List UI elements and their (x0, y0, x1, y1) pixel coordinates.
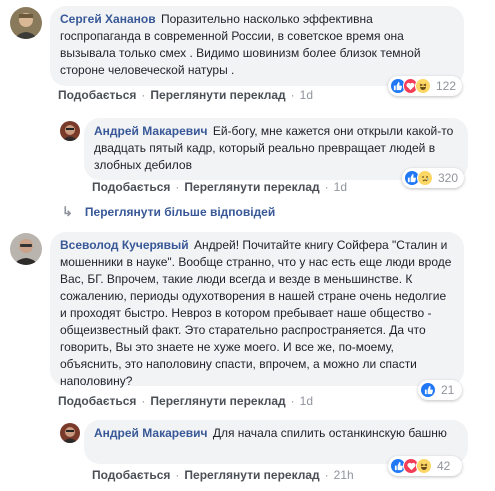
reaction-count: 122 (435, 79, 456, 93)
comment-actions: Подобається · Переглянути переклад · 1d (58, 88, 313, 102)
separator: · (324, 468, 329, 482)
avatar-vsevolod[interactable] (10, 233, 42, 265)
comment-text: Для начала спилить останкинскую башню (212, 426, 447, 440)
haha-reaction-icon (415, 78, 431, 94)
timestamp[interactable]: 1d (334, 180, 347, 194)
separator: · (141, 394, 146, 408)
like-action[interactable]: Подобається (92, 468, 170, 482)
reaction-count: 320 (437, 171, 458, 185)
comment-actions: Подобається · Переглянути переклад · 1d (58, 394, 313, 408)
like-action[interactable]: Подобається (58, 88, 136, 102)
avatar-andrey[interactable] (60, 423, 80, 443)
reply-arrow-icon: ↳ (62, 204, 73, 219)
separator: · (141, 88, 146, 102)
comment-2: Всеволод Кучерявый Андрей! Почитайте кни… (0, 228, 495, 412)
reaction-count: 21 (441, 383, 455, 397)
timestamp[interactable]: 1d (300, 394, 313, 408)
translate-action[interactable]: Переглянути переклад (150, 88, 285, 102)
comment-author[interactable]: Андрей Макаревич (94, 426, 207, 440)
view-more-replies-link[interactable]: ↳ Переглянути більше відповідей (62, 204, 275, 220)
view-more-replies-label: Переглянути більше відповідей (84, 205, 276, 219)
like-reaction-icon (420, 382, 436, 398)
separator: · (175, 468, 180, 482)
reactions-summary[interactable]: 320 (402, 168, 464, 188)
comment-author[interactable]: Всеволод Кучерявый (60, 238, 189, 252)
haha-reaction-icon (416, 458, 432, 474)
timestamp[interactable]: 1d (300, 88, 313, 102)
reactions-summary[interactable]: 42 (388, 456, 462, 476)
translate-action[interactable]: Переглянути переклад (150, 394, 285, 408)
reactions-summary[interactable]: 122 (388, 76, 462, 96)
comment-actions: Подобається · Переглянути переклад · 21h (92, 468, 354, 482)
translate-action[interactable]: Переглянути переклад (184, 468, 319, 482)
reply-2: Андрей Макаревич Для начала спилить оста… (0, 412, 495, 491)
like-action[interactable]: Подобається (58, 394, 136, 408)
separator: · (324, 180, 329, 194)
timestamp[interactable]: 21h (334, 468, 354, 482)
comment-bubble: Всеволод Кучерявый Андрей! Почитайте кни… (50, 232, 464, 388)
comment-text: Андрей! Почитайте книгу Сойфера "Сталин … (60, 238, 452, 388)
separator: · (290, 394, 295, 408)
reactions-summary[interactable]: 21 (418, 380, 462, 400)
separator: · (290, 88, 295, 102)
comment-author[interactable]: Сергей Хананов (60, 12, 156, 26)
reply-1: Андрей Макаревич Ей-богу, мне кажется он… (0, 110, 495, 194)
translate-action[interactable]: Переглянути переклад (184, 180, 319, 194)
reaction-count: 42 (437, 459, 451, 473)
comment-1: Сергей Хананов Поразительно насколько эф… (0, 0, 495, 110)
separator: · (175, 180, 180, 194)
avatar-andrey[interactable] (60, 121, 80, 141)
comment-author[interactable]: Андрей Макаревич (94, 124, 207, 138)
comment-actions: Подобається · Переглянути переклад · 1d (92, 180, 347, 194)
comment-bubble: Сергей Хананов Поразительно насколько эф… (50, 6, 464, 86)
avatar-sergey[interactable] (10, 7, 42, 39)
like-action[interactable]: Подобається (92, 180, 170, 194)
sad-reaction-icon (416, 170, 433, 186)
